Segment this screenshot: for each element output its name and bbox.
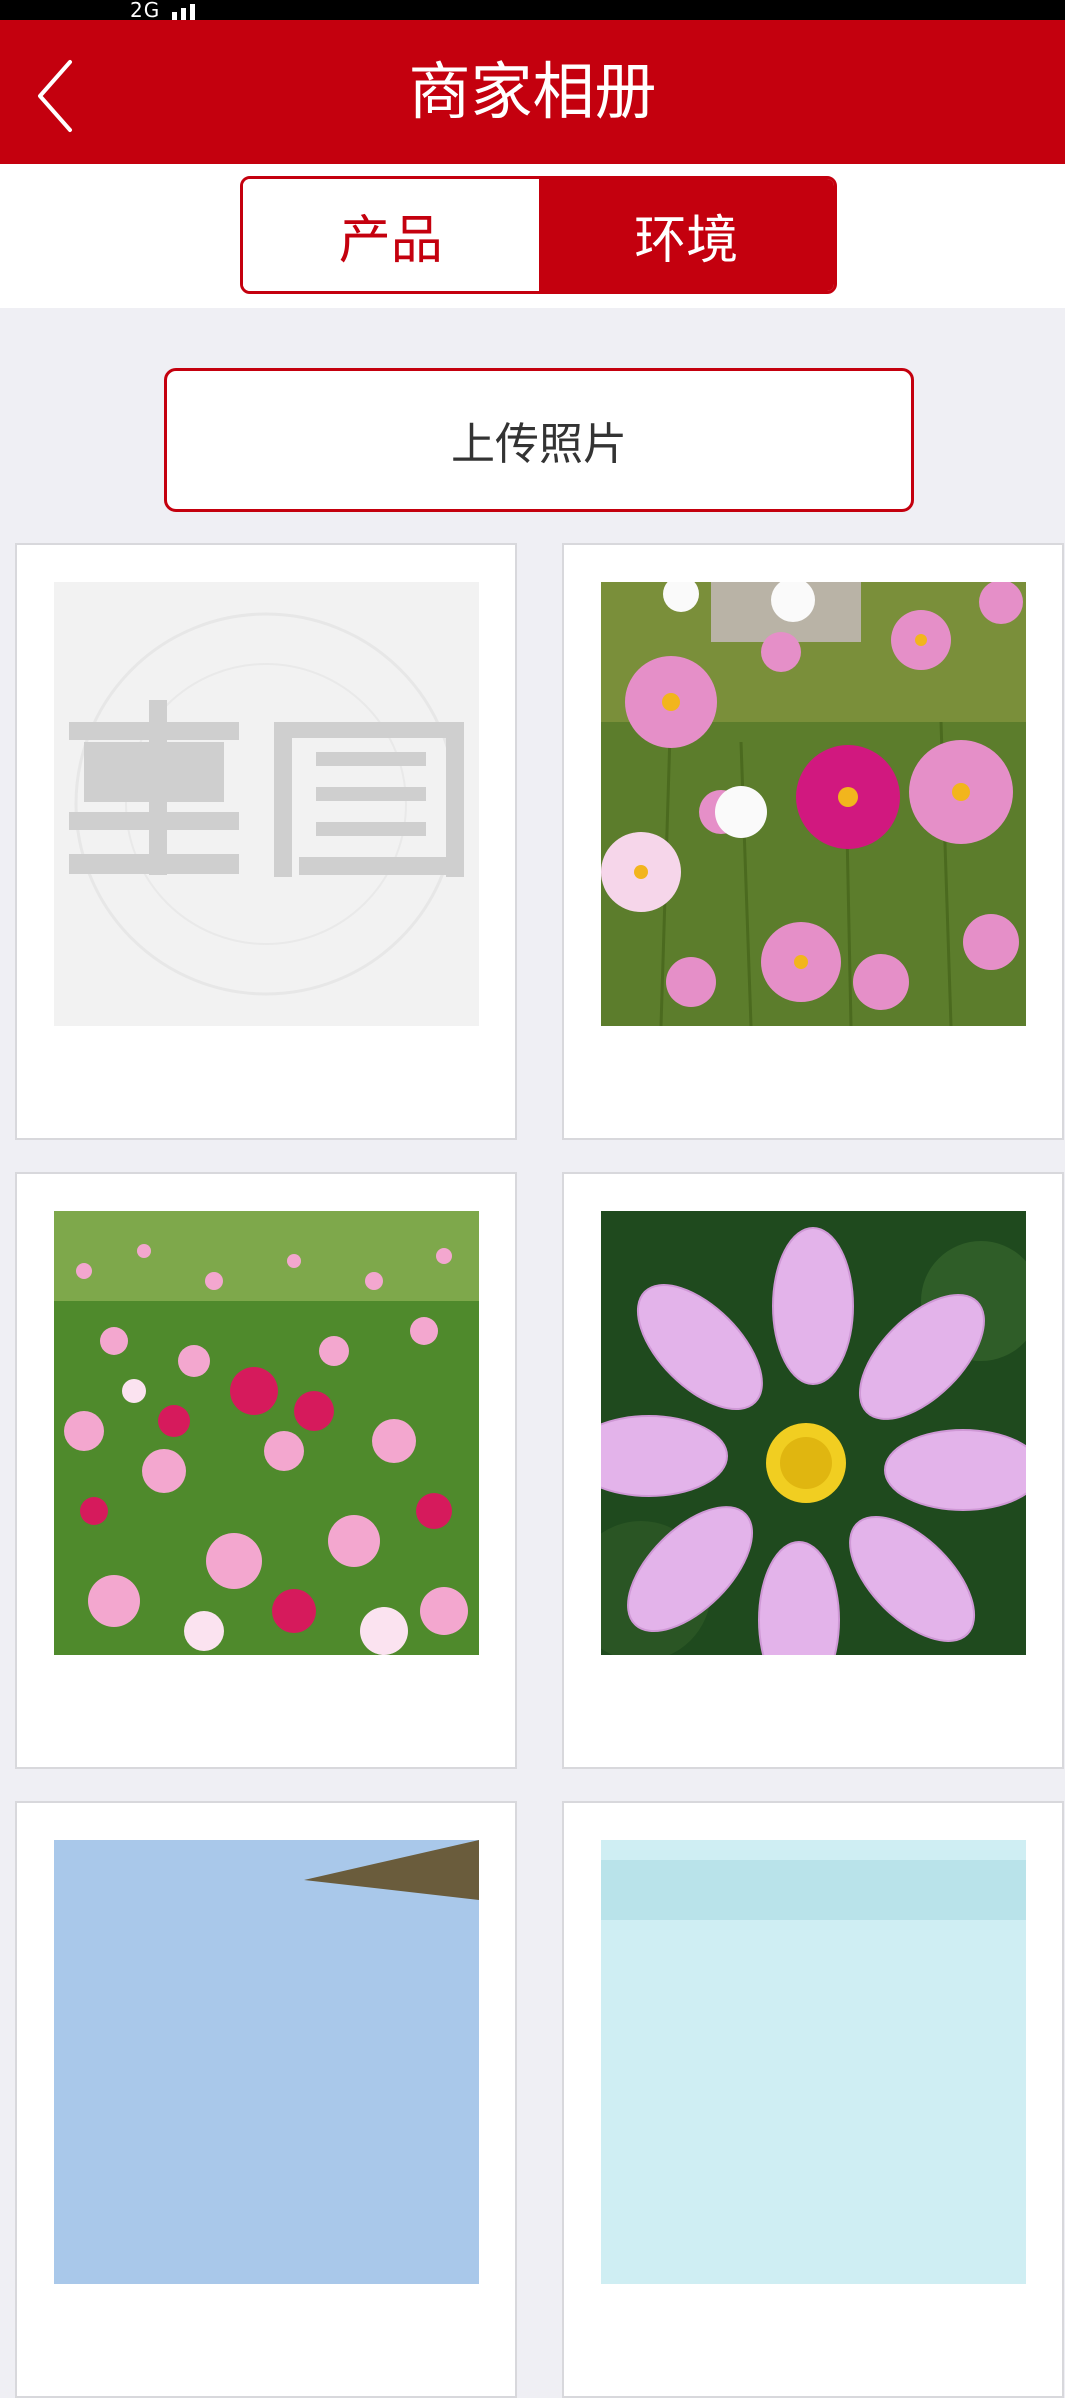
tab-environment[interactable]: 环境	[538, 179, 834, 291]
segmented-control: 产品 环境	[240, 176, 837, 294]
tab-products[interactable]: 产品	[243, 179, 539, 291]
gallery-item[interactable]	[562, 1172, 1064, 1769]
placeholder-image	[54, 582, 479, 1026]
gallery-photo	[601, 1211, 1026, 1655]
chevron-left-icon	[38, 60, 72, 132]
gallery-photo	[54, 1840, 479, 2284]
gallery-photo	[601, 1840, 1026, 2284]
gallery-photo	[54, 1211, 479, 1655]
signal-icon	[172, 4, 195, 20]
back-button[interactable]	[30, 56, 100, 136]
gallery-item[interactable]	[15, 1172, 517, 1769]
gallery-item[interactable]	[15, 543, 517, 1140]
gallery-item[interactable]	[15, 1801, 517, 2398]
gallery-photo	[601, 582, 1026, 1026]
page-title: 商家相册	[408, 55, 657, 128]
network-type: 2G	[130, 0, 161, 20]
tab-bar: 产品 环境	[0, 164, 1065, 308]
upload-photo-button[interactable]: 上传照片	[164, 368, 914, 512]
gallery-item[interactable]	[562, 543, 1064, 1140]
status-bar: 2G	[0, 0, 1065, 20]
header-bar: 商家相册	[0, 20, 1065, 164]
gallery-item[interactable]	[562, 1801, 1064, 2398]
